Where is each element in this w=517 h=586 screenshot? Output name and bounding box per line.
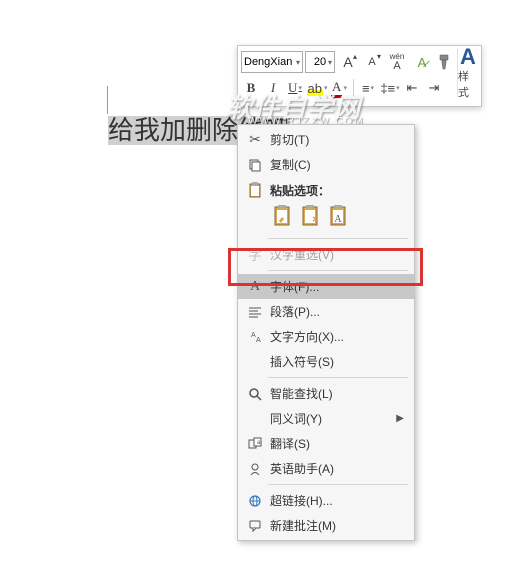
menu-label: 粘贴选项： — [266, 182, 408, 199]
paste-text-only-button[interactable]: A — [326, 203, 350, 229]
scissors-icon: ✂ — [244, 131, 266, 148]
context-menu: ✂ 剪切(T) 复制(C) 粘贴选项： A 字 汉字重选( — [237, 124, 415, 541]
menu-synonyms[interactable]: 同义词(Y) ▶ — [238, 406, 414, 431]
font-size-value: 20 — [314, 56, 326, 68]
text-direction-icon: AA — [244, 330, 266, 344]
clipboard-icon — [244, 182, 266, 198]
menu-insert-symbol[interactable]: 插入符号(S) — [238, 349, 414, 374]
font-icon: A — [244, 279, 266, 295]
paragraph-icon — [244, 306, 266, 318]
menu-cut[interactable]: ✂ 剪切(T) — [238, 127, 414, 152]
menu-label: 段落(P)... — [266, 303, 404, 320]
underline-button[interactable]: U▾ — [285, 77, 305, 99]
menu-label: 同义词(Y) — [266, 410, 396, 427]
menu-label: 文字方向(X)... — [266, 328, 404, 345]
italic-button[interactable]: I — [263, 77, 283, 99]
font-color-button[interactable]: A▾ — [329, 77, 349, 99]
line-spacing-button[interactable]: ‡≡▾ — [380, 77, 400, 99]
separator — [353, 79, 354, 97]
shrink-font-button[interactable]: A▾ — [361, 51, 383, 73]
menu-label: 剪切(T) — [266, 131, 404, 148]
menu-font[interactable]: A 字体(F)... — [238, 274, 414, 299]
svg-text:A: A — [334, 214, 342, 225]
font-size-selector[interactable]: 20 ▾ — [305, 51, 335, 73]
paste-merge-button[interactable] — [298, 203, 322, 229]
link-icon — [244, 494, 266, 508]
menu-smart-lookup[interactable]: 智能查找(L) — [238, 381, 414, 406]
menu-label: 字体(F)... — [266, 278, 404, 295]
menu-label: 插入符号(S) — [266, 353, 404, 370]
menu-text-direction[interactable]: AA 文字方向(X)... — [238, 324, 414, 349]
menu-paragraph[interactable]: 段落(P)... — [238, 299, 414, 324]
menu-label: 超链接(H)... — [266, 492, 404, 509]
menu-label: 新建批注(M) — [266, 517, 404, 534]
mini-toolbar: DengXian ▾ 20 ▾ A▴ A▾ wén A A̷ — [237, 45, 482, 107]
menu-english-assistant[interactable]: 英语助手(A) — [238, 456, 414, 481]
menu-hyperlink[interactable]: 超链接(H)... — [238, 488, 414, 513]
translate-icon: a — [244, 437, 266, 451]
paste-keep-source-button[interactable] — [270, 203, 294, 229]
menu-new-comment[interactable]: 新建批注(M) — [238, 513, 414, 538]
format-painter-button[interactable] — [435, 51, 455, 73]
styles-icon: A — [460, 46, 476, 68]
bold-button[interactable]: B — [241, 77, 261, 99]
menu-separator — [268, 270, 408, 271]
phonetic-guide-button[interactable]: wén A — [385, 51, 409, 73]
font-name-selector[interactable]: DengXian ▾ — [241, 51, 303, 73]
menu-label: 智能查找(L) — [266, 385, 404, 402]
dropdown-icon: ▾ — [328, 58, 332, 67]
search-icon — [244, 387, 266, 401]
dropdown-icon: ▾ — [296, 58, 300, 67]
menu-paste-section: 粘贴选项： A — [238, 177, 414, 235]
styles-label: 样式 — [458, 68, 478, 100]
han-icon: 字 — [244, 245, 266, 265]
svg-text:A: A — [256, 337, 261, 344]
copy-icon — [244, 158, 266, 172]
menu-translate[interactable]: a 翻译(S) — [238, 431, 414, 456]
align-button[interactable]: ≡▾ — [358, 77, 378, 99]
styles-button[interactable]: A 样式 — [457, 49, 478, 97]
menu-han-reselect: 字 汉字重选(V) — [238, 242, 414, 267]
grow-font-button[interactable]: A▴ — [337, 51, 359, 73]
comment-icon — [244, 519, 266, 533]
menu-label: 汉字重选(V) — [266, 246, 404, 263]
chevron-right-icon: ▶ — [396, 413, 404, 424]
menu-label: 英语助手(A) — [266, 460, 404, 477]
menu-separator — [268, 377, 408, 378]
outdent-button[interactable]: ⇥ — [424, 77, 444, 99]
menu-separator — [268, 484, 408, 485]
clear-format-button[interactable]: A̷ — [411, 51, 433, 73]
menu-separator — [268, 238, 408, 239]
highlight-button[interactable]: ab▾ — [307, 77, 327, 99]
indent-button[interactable]: ⇤ — [402, 77, 422, 99]
menu-label: 复制(C) — [266, 156, 404, 173]
assistant-icon — [244, 462, 266, 476]
menu-copy[interactable]: 复制(C) — [238, 152, 414, 177]
font-name-value: DengXian — [244, 56, 292, 68]
menu-label: 翻译(S) — [266, 435, 404, 452]
